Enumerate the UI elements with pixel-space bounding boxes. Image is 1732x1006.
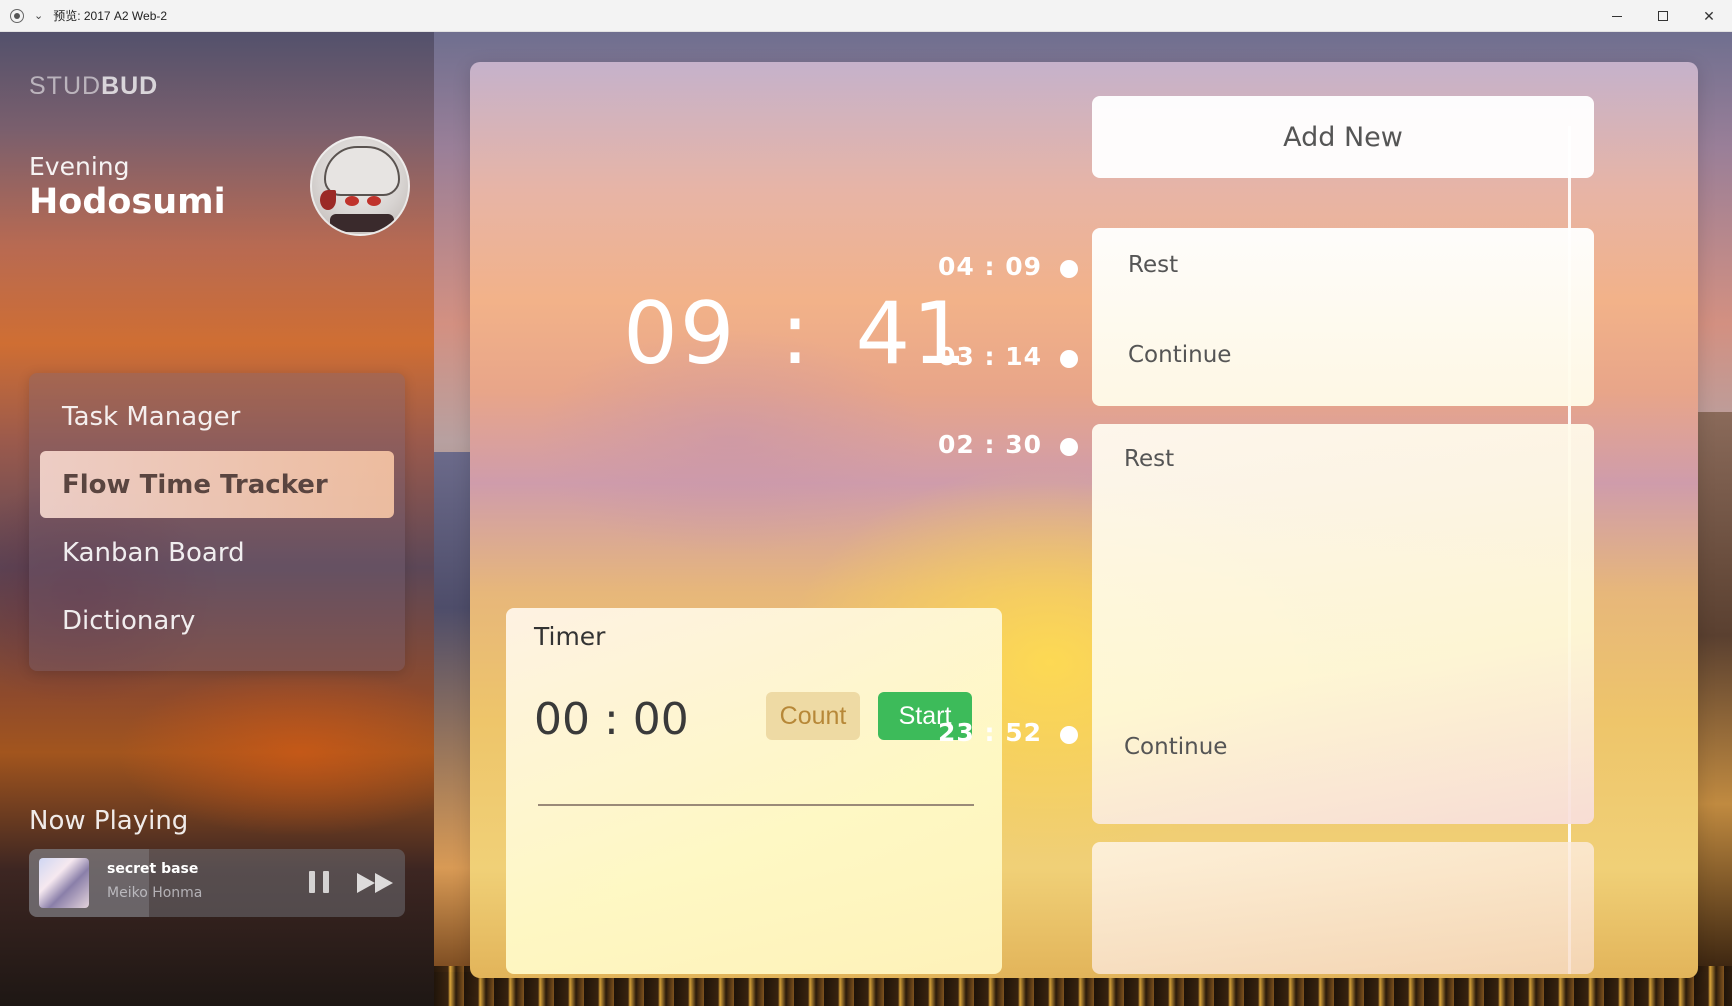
clock-separator: : (780, 284, 812, 384)
close-icon: ✕ (1703, 7, 1715, 24)
maximize-icon (1658, 11, 1668, 21)
avatar[interactable] (310, 136, 410, 236)
timeline-dot (1060, 438, 1078, 456)
window-title: 预览: 2017 A2 Web-2 (53, 9, 168, 23)
window-controls: ✕ (1594, 0, 1732, 32)
nav-item-label: Dictionary (62, 605, 196, 636)
timeline-time: 23 : 52 (938, 718, 1042, 747)
logo-text-bold: BUD (101, 72, 159, 100)
nav-item-label: Flow Time Tracker (62, 469, 328, 500)
nav-item-label: Task Manager (62, 401, 241, 432)
timeline-dot (1060, 726, 1078, 744)
background-scenery (1696, 412, 1732, 972)
timeline-time: 03 : 14 (938, 342, 1042, 371)
session-start-label: Rest (1128, 252, 1179, 278)
session-end-label: Continue (1124, 734, 1228, 760)
timeline-dot (1060, 260, 1078, 278)
maximize-button[interactable] (1640, 0, 1686, 32)
user-name: Hodosumi (29, 182, 226, 222)
greeting-block: Evening Hodosumi (29, 152, 226, 223)
avatar-scarf (330, 214, 394, 232)
avatar-eye (345, 196, 359, 206)
nav-item-dictionary[interactable]: Dictionary (40, 587, 394, 654)
nav-menu: Task Manager Flow Time Tracker Kanban Bo… (29, 373, 405, 671)
song-title: secret base (107, 861, 199, 877)
timer-card: Timer 00 : 00 Count Start (506, 608, 1002, 974)
avatar-hair (324, 146, 400, 196)
nav-item-kanban-board[interactable]: Kanban Board (40, 519, 394, 586)
flow-time-panel: 09 : 41 Timer 00 : 00 Count Start 04 : 0… (470, 62, 1698, 978)
timeline-time: 04 : 09 (938, 252, 1042, 281)
timer-title: Timer (534, 622, 606, 651)
timer-value: 00 : 00 (534, 694, 689, 745)
logo-text-light: STUD (29, 72, 102, 100)
close-button[interactable]: ✕ (1686, 0, 1732, 32)
avatar-eye (367, 196, 381, 206)
now-playing-heading: Now Playing (29, 806, 189, 836)
song-artist: Meiko Honma (107, 885, 203, 901)
greeting-text: Evening (29, 152, 130, 181)
session-card[interactable]: Rest Continue (1092, 424, 1594, 824)
window-titlebar: ⌄ 预览: 2017 A2 Web-2 ✕ (0, 0, 1732, 32)
session-start-label: Rest (1124, 446, 1175, 472)
background-scenery (434, 452, 470, 972)
pause-icon (309, 871, 315, 893)
sidebar: STUDBUD Evening Hodosumi Task Manager Fl… (0, 32, 434, 1006)
window-menu-icon[interactable] (10, 8, 24, 23)
session-card[interactable]: Rest Continue (1092, 228, 1594, 406)
session-end-label: Continue (1128, 342, 1232, 368)
timeline-dot (1060, 350, 1078, 368)
pause-button[interactable] (309, 871, 329, 895)
clock-hours: 09 (623, 284, 737, 384)
main-area: 09 : 41 Timer 00 : 00 Count Start 04 : 0… (434, 32, 1732, 1006)
count-button[interactable]: Count (766, 692, 860, 740)
chevron-down-icon[interactable]: ⌄ (34, 9, 43, 22)
timeline-time: 02 : 30 (938, 430, 1042, 459)
timer-divider (538, 804, 974, 806)
music-player: secret base Meiko Honma (29, 849, 405, 917)
app-logo[interactable]: STUDBUD (29, 72, 158, 101)
minimize-button[interactable] (1594, 0, 1640, 32)
session-card-empty[interactable] (1092, 842, 1594, 974)
skip-forward-icon[interactable] (357, 871, 397, 895)
avatar-ornament (320, 190, 336, 210)
nav-item-label: Kanban Board (62, 537, 245, 568)
nav-item-flow-time-tracker[interactable]: Flow Time Tracker (40, 451, 394, 518)
add-new-button[interactable]: Add New (1092, 96, 1594, 178)
album-cover (39, 858, 89, 908)
minimize-icon (1612, 15, 1622, 17)
pause-icon (323, 871, 329, 893)
nav-item-task-manager[interactable]: Task Manager (40, 383, 394, 450)
